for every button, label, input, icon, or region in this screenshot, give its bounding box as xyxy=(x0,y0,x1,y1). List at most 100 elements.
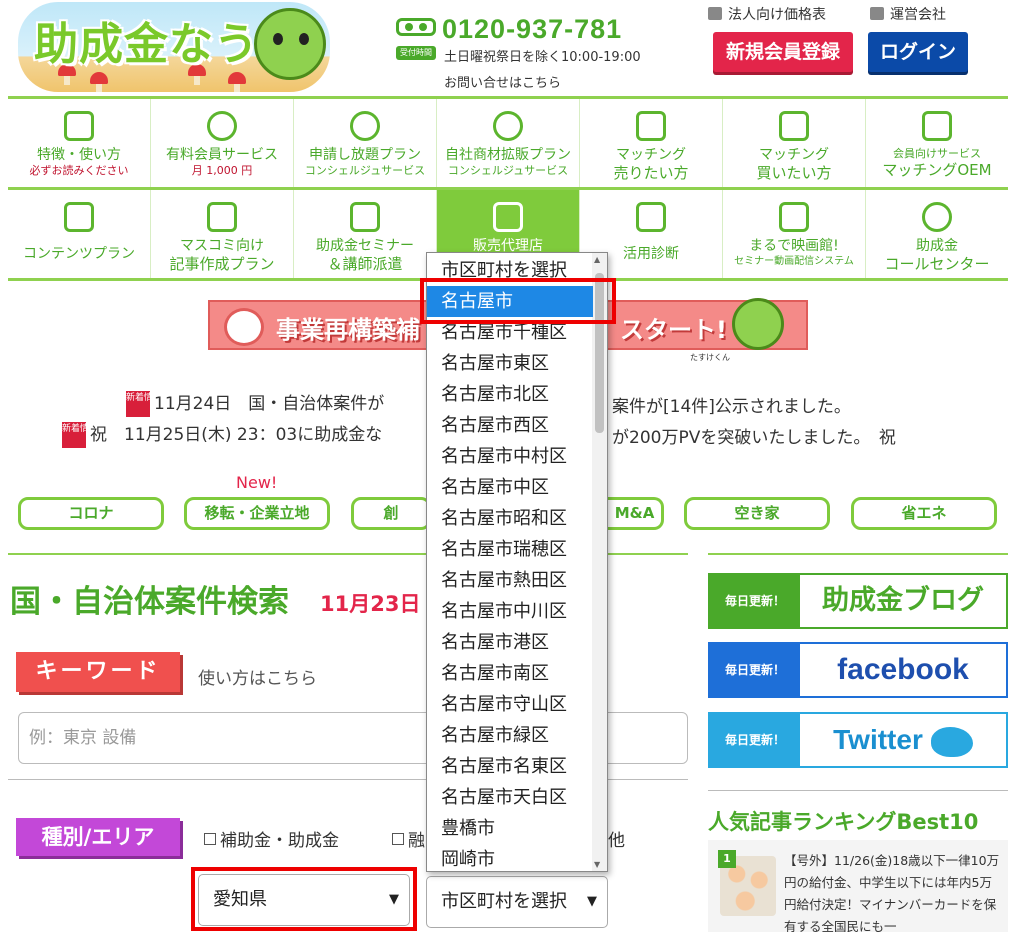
dropdown-option[interactable]: 名古屋市南区 xyxy=(427,658,593,689)
video-camera-icon xyxy=(779,202,809,232)
nav-call-center[interactable]: 助成金 コールセンター xyxy=(866,190,1008,278)
banner-caption: たすけくん xyxy=(690,353,730,362)
prefecture-select[interactable]: 愛知県 ▼ xyxy=(198,874,410,926)
ranking-article-text[interactable]: 【号外】11/26(金)18歳以下一律10万円の給付金、中学生以下には年内5万円… xyxy=(784,850,1004,932)
ranking-item[interactable]: 1 【号外】11/26(金)18歳以下一律10万円の給付金、中学生以下には年内5… xyxy=(708,840,1008,932)
dropdown-option[interactable]: 市区町村を選択 xyxy=(427,255,593,286)
page-title: 国・自治体案件検索 xyxy=(10,584,289,620)
yen-icon xyxy=(708,7,722,20)
loan-checkbox[interactable]: 融 xyxy=(392,826,425,851)
nav-sublabel: ＆講師派遣 xyxy=(327,255,403,273)
dropdown-option[interactable]: 名古屋市東区 xyxy=(427,348,593,379)
phone-number[interactable]: 0120-937-781 xyxy=(442,14,622,45)
category-startup[interactable]: 創 xyxy=(351,497,431,530)
nav-movie-theater[interactable]: まるで映画館! セミナー動画配信システム xyxy=(723,190,866,278)
checkbox-label: 融 xyxy=(408,831,425,851)
mascot-icon xyxy=(732,298,784,350)
daily-update-tag: 毎日更新！ xyxy=(710,575,800,627)
dropdown-scrollbar[interactable]: ▲ ▼ xyxy=(592,253,607,871)
register-button[interactable]: 新規会員登録 xyxy=(713,32,853,72)
dropdown-option[interactable]: 豊橋市 xyxy=(427,813,593,844)
category-corona[interactable]: コロナ xyxy=(18,497,164,530)
nav-matching-buy[interactable]: マッチング 買いたい方 xyxy=(723,99,866,187)
category-relocation[interactable]: 移転・企業立地 xyxy=(184,497,330,530)
contact-link[interactable]: お問い合せはこちら xyxy=(444,72,561,91)
nav-label: 申請し放題プラン xyxy=(309,147,421,163)
dropdown-option[interactable]: 名古屋市天白区 xyxy=(427,782,593,813)
nav-label: 会員向けサービス xyxy=(893,147,981,160)
dropdown-option[interactable]: 名古屋市中川区 xyxy=(427,596,593,627)
dropdown-option[interactable]: 名古屋市中村区 xyxy=(427,441,593,472)
nav-sublabel: コールセンター xyxy=(884,255,990,273)
prefecture-value: 愛知県 xyxy=(213,889,267,910)
news-item[interactable]: 新着情報祝 11月25日(木) 23：03に助成金な xyxy=(62,420,382,448)
dropdown-option[interactable]: 名古屋市 xyxy=(427,286,593,317)
nav-sales-expansion-plan[interactable]: 自社商材拡販プラン コンシェルジュサービス xyxy=(437,99,580,187)
nav-label: まるで映画館! xyxy=(749,238,839,254)
checkbox-box[interactable] xyxy=(392,833,404,845)
scroll-up-icon[interactable]: ▲ xyxy=(594,255,600,264)
nav-content-plan[interactable]: コンテンツプラン xyxy=(8,190,151,278)
nav-label: マッチング xyxy=(759,147,829,163)
facebook-button[interactable]: 毎日更新！ facebook xyxy=(708,642,1008,698)
category-energy-saving[interactable]: 省エネ xyxy=(851,497,997,530)
city-select[interactable]: 市区町村を選択 ▼ xyxy=(426,876,608,928)
handshake-icon xyxy=(779,111,809,141)
blog-label: 助成金ブログ xyxy=(822,585,984,616)
site-logo[interactable]: 助成金なう xyxy=(18,2,330,92)
nav-unlimited-plan[interactable]: 申請し放題プラン コンシェルジュサービス xyxy=(294,99,437,187)
city-dropdown-list[interactable]: ▲ ▼ 市区町村を選択 名古屋市 名古屋市千種区 名古屋市東区 名古屋市北区 名古屋市西区… xyxy=(426,252,608,872)
mascot-face-icon xyxy=(350,111,380,141)
subsidy-checkbox[interactable]: 補助金・助成金 xyxy=(204,826,339,851)
ranking-title: 人気記事ランキングBest10 xyxy=(708,810,979,834)
dropdown-option[interactable]: 岡崎市 xyxy=(427,844,593,871)
chevron-down-icon: ▼ xyxy=(389,892,399,907)
nav-label: 有料会員サービス xyxy=(166,147,278,163)
folder-icon xyxy=(870,7,884,20)
nav-sublabel: セミナー動画配信システム xyxy=(734,256,854,267)
presentation-icon xyxy=(350,202,380,232)
scroll-down-icon[interactable]: ▼ xyxy=(594,860,600,869)
newspaper-icon xyxy=(64,202,94,232)
mascot-face-icon xyxy=(207,111,237,141)
dropdown-option[interactable]: 名古屋市千種区 xyxy=(427,317,593,348)
nav-matching-sell[interactable]: マッチング 売りたい方 xyxy=(580,99,723,187)
news-item-tail: 案件が[14件]公示されました。 xyxy=(612,397,851,417)
category-ma[interactable]: M&A xyxy=(608,497,664,530)
pricing-link[interactable]: 法人向け価格表 xyxy=(708,4,826,24)
blog-button[interactable]: 毎日更新！ 助成金ブログ xyxy=(708,573,1008,629)
nav-sublabel: コンシェルジュサービス xyxy=(447,164,569,177)
dropdown-option[interactable]: 名古屋市昭和区 xyxy=(427,503,593,534)
nav-paid-member[interactable]: 有料会員サービス 月 1,000 円 xyxy=(151,99,294,187)
twitter-main: Twitter xyxy=(800,714,1006,766)
checkbox-box[interactable] xyxy=(204,833,216,845)
nav-seminar[interactable]: 助成金セミナー ＆講師派遣 xyxy=(294,190,437,278)
mascot-face-icon xyxy=(493,111,523,141)
dropdown-option[interactable]: 名古屋市熱田区 xyxy=(427,565,593,596)
nav-features[interactable]: 特徴・使い方 必ずお読みください xyxy=(8,99,151,187)
howto-link[interactable]: 使い方はこちら xyxy=(198,664,317,689)
checkbox-label: 補助金・助成金 xyxy=(220,831,339,851)
keyword-label: キーワード xyxy=(16,652,180,692)
company-link[interactable]: 運営会社 xyxy=(870,4,946,24)
news-item[interactable]: 新着情報11月24日 国・自治体案件が xyxy=(126,389,384,417)
dropdown-option[interactable]: 名古屋市守山区 xyxy=(427,689,593,720)
scrollbar-thumb[interactable] xyxy=(595,273,604,433)
dropdown-option[interactable]: 名古屋市緑区 xyxy=(427,720,593,751)
dropdown-option[interactable]: 名古屋市北区 xyxy=(427,379,593,410)
logo-text: 助成金なう xyxy=(34,19,259,70)
nav-media-article-plan[interactable]: マスコミ向け 記事作成プラン xyxy=(151,190,294,278)
twitter-button[interactable]: 毎日更新！ Twitter xyxy=(708,712,1008,768)
dropdown-option[interactable]: 名古屋市瑞穂区 xyxy=(427,534,593,565)
divider xyxy=(708,553,1008,555)
dropdown-option[interactable]: 名古屋市中区 xyxy=(427,472,593,503)
new-badge: 新着情報 xyxy=(126,391,162,417)
dropdown-option[interactable]: 名古屋市名東区 xyxy=(427,751,593,782)
nav-matching-oem[interactable]: 会員向けサービス マッチングOEM xyxy=(866,99,1008,187)
mascot-icon xyxy=(254,8,326,80)
login-button[interactable]: ログイン xyxy=(868,32,968,72)
nav-row-1: 特徴・使い方 必ずお読みください 有料会員サービス 月 1,000 円 申請し放… xyxy=(8,99,1008,190)
dropdown-option[interactable]: 名古屋市港区 xyxy=(427,627,593,658)
category-vacant-house[interactable]: 空き家 xyxy=(684,497,830,530)
dropdown-option[interactable]: 名古屋市西区 xyxy=(427,410,593,441)
